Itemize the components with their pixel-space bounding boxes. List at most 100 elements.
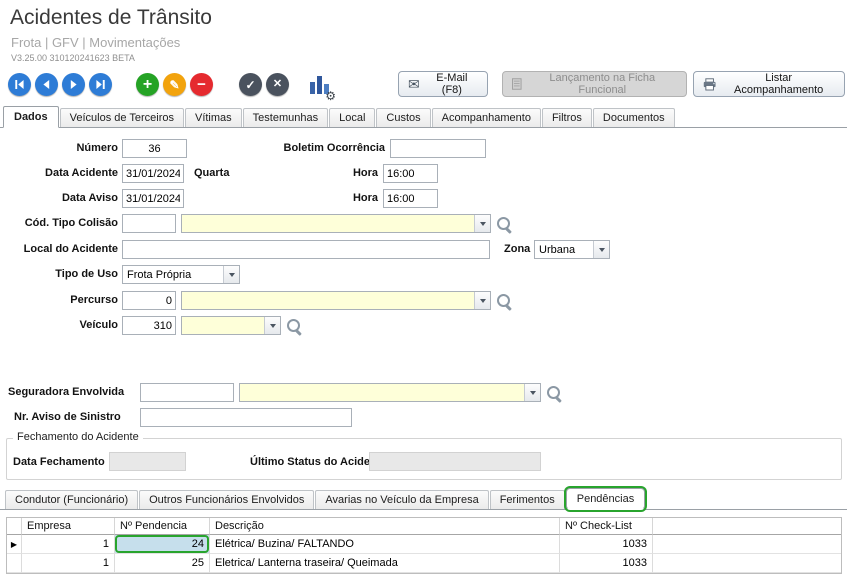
cell-pendencia[interactable]: 25 xyxy=(115,554,210,573)
data-aviso-label: Data Aviso xyxy=(8,189,118,208)
veiculo-combo-redacted-value xyxy=(182,320,264,332)
grid-header-checklist[interactable]: Nº Check-List xyxy=(560,518,653,535)
percurso-field[interactable] xyxy=(122,291,176,310)
previous-record-button[interactable] xyxy=(35,73,58,96)
grid-header-pendencia[interactable]: Nº Pendencia xyxy=(115,518,210,535)
tipo-colisao-combo[interactable] xyxy=(181,214,491,233)
tab-ferimentos[interactable]: Ferimentos xyxy=(490,490,565,509)
chevron-down-icon xyxy=(593,241,609,258)
gear-icon: ⚙ xyxy=(325,90,336,102)
numero-field[interactable] xyxy=(122,139,187,158)
boletim-ocorrencia-field[interactable] xyxy=(390,139,486,158)
grid-header-empresa[interactable]: Empresa xyxy=(22,518,115,535)
grid-header-filler xyxy=(653,518,841,535)
next-record-button[interactable] xyxy=(62,73,85,96)
breadcrumb: Frota | GFV | Movimentações xyxy=(11,35,180,50)
row-marker-empty xyxy=(7,554,22,573)
cell-descricao[interactable]: Elétrica/ Buzina/ FALTANDO xyxy=(210,535,560,554)
confirm-button[interactable]: ✓ xyxy=(239,73,262,96)
pendencias-grid: Empresa Nº Pendencia Descrição Nº Check-… xyxy=(6,517,842,574)
hora-acidente-field[interactable] xyxy=(383,164,438,183)
cod-tipo-colisao-label: Cód. Tipo Colisão xyxy=(8,214,118,233)
data-fechamento-field xyxy=(109,452,186,471)
tab-vitimas[interactable]: Vítimas xyxy=(185,108,242,127)
page-title: Acidentes de Trânsito xyxy=(10,6,212,30)
data-acidente-field[interactable] xyxy=(122,164,184,183)
tab-local[interactable]: Local xyxy=(329,108,375,127)
numero-label: Número xyxy=(8,139,118,158)
seguradora-combo[interactable] xyxy=(239,383,541,402)
chevron-down-icon xyxy=(474,292,490,309)
tab-dados[interactable]: Dados xyxy=(3,106,59,128)
edit-record-button[interactable]: ✎ xyxy=(163,73,186,96)
ultimo-status-label: Último Status do Acidente xyxy=(250,453,387,472)
previous-record-icon xyxy=(41,79,52,90)
cell-checklist[interactable]: 1033 xyxy=(560,554,653,573)
first-record-button[interactable] xyxy=(8,73,31,96)
tab-documentos[interactable]: Documentos xyxy=(593,108,675,127)
fechamento-groupbox: Fechamento do Acidente Data Fechamento Ú… xyxy=(6,438,842,480)
add-record-button[interactable]: + xyxy=(136,73,159,96)
local-acidente-field[interactable] xyxy=(122,240,490,259)
tab-pendencias[interactable]: Pendências xyxy=(566,488,646,510)
document-icon xyxy=(512,78,522,90)
lancamento-button-label: Lançamento na Ficha Funcional xyxy=(528,72,677,96)
tab-veiculos-de-terceiros[interactable]: Veículos de Terceiros xyxy=(60,108,184,127)
cod-tipo-colisao-field[interactable] xyxy=(122,214,176,233)
grid-header-indicator xyxy=(7,518,22,535)
tab-testemunhas[interactable]: Testemunhas xyxy=(243,108,328,127)
first-record-icon xyxy=(14,79,25,90)
lancamento-ficha-funcional-button[interactable]: Lançamento na Ficha Funcional xyxy=(502,71,687,97)
zona-combo-value: Urbana xyxy=(535,244,593,256)
tipo-de-uso-combo[interactable]: Frota Própria xyxy=(122,265,240,284)
percurso-search-icon[interactable] xyxy=(496,293,512,309)
zona-label: Zona xyxy=(504,240,530,259)
grid-header-descricao[interactable]: Descrição xyxy=(210,518,560,535)
version-label: V3.25.00 310120241623 BETA xyxy=(11,53,135,63)
hora-aviso-field[interactable] xyxy=(383,189,438,208)
delete-record-button[interactable]: − xyxy=(190,73,213,96)
nr-aviso-sinistro-field[interactable] xyxy=(140,408,352,427)
dia-semana-label: Quarta xyxy=(194,164,229,183)
cell-descricao[interactable]: Eletrica/ Lanterna traseira/ Queimada xyxy=(210,554,560,573)
pencil-icon: ✎ xyxy=(169,79,179,91)
tipo-de-uso-combo-value: Frota Própria xyxy=(123,269,223,281)
cross-icon: ✕ xyxy=(273,79,282,90)
last-record-icon xyxy=(95,79,106,90)
veiculo-field[interactable] xyxy=(122,316,176,335)
cell-checklist[interactable]: 1033 xyxy=(560,535,653,554)
chart-button[interactable]: ⚙ xyxy=(306,72,334,99)
data-fechamento-label: Data Fechamento xyxy=(13,453,105,472)
check-icon: ✓ xyxy=(245,79,255,91)
tab-acompanhamento[interactable]: Acompanhamento xyxy=(432,108,541,127)
seguradora-field[interactable] xyxy=(140,383,234,402)
veiculo-combo[interactable] xyxy=(181,316,281,335)
veiculo-search-icon[interactable] xyxy=(286,318,302,334)
tab-custos[interactable]: Custos xyxy=(376,108,430,127)
data-acidente-label: Data Acidente xyxy=(8,164,118,183)
cancel-button[interactable]: ✕ xyxy=(266,73,289,96)
cell-empresa[interactable]: 1 xyxy=(22,535,115,554)
chevron-down-icon xyxy=(223,266,239,283)
minus-icon: − xyxy=(197,77,206,92)
tab-avarias-veiculo[interactable]: Avarias no Veículo da Empresa xyxy=(315,490,488,509)
percurso-combo[interactable] xyxy=(181,291,491,310)
local-acidente-label: Local do Acidente xyxy=(8,240,118,259)
table-row: ▶ 1 24 Elétrica/ Buzina/ FALTANDO 1033 xyxy=(7,535,841,554)
boletim-ocorrencia-label: Boletim Ocorrência xyxy=(278,139,385,158)
tab-outros-funcionarios[interactable]: Outros Funcionários Envolvidos xyxy=(139,490,314,509)
tab-condutor-funcionario[interactable]: Condutor (Funcionário) xyxy=(5,490,138,509)
tab-filtros[interactable]: Filtros xyxy=(542,108,592,127)
zona-combo[interactable]: Urbana xyxy=(534,240,610,259)
listar-acompanhamento-button[interactable]: Listar Acompanhamento xyxy=(693,71,845,97)
tipo-colisao-search-icon[interactable] xyxy=(496,216,512,232)
cell-pendencia-selected[interactable]: 24 xyxy=(115,535,210,554)
email-button[interactable]: ✉ E-Mail (F8) xyxy=(398,71,488,97)
printer-icon xyxy=(703,78,716,91)
data-aviso-field[interactable] xyxy=(122,189,184,208)
last-record-button[interactable] xyxy=(89,73,112,96)
cell-empresa[interactable]: 1 xyxy=(22,554,115,573)
seguradora-search-icon[interactable] xyxy=(546,385,562,401)
veiculo-label: Veículo xyxy=(8,316,118,335)
listar-button-label: Listar Acompanhamento xyxy=(722,72,835,96)
